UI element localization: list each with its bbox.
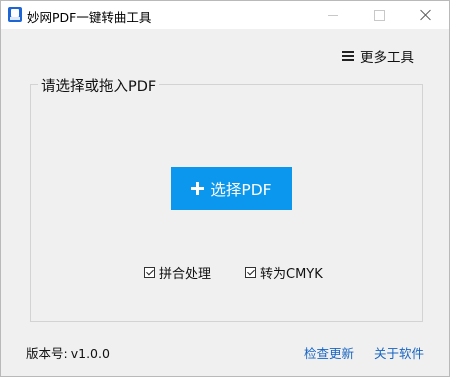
cmyk-checkbox[interactable] [245,267,256,278]
drop-zone-label: 请选择或拖入PDF [38,75,160,96]
close-button[interactable] [403,1,449,29]
cmyk-label: 转为CMYK [260,267,323,282]
version-number: v1.0.0 [70,346,110,361]
select-pdf-label: 选择PDF [210,180,272,199]
more-tools-label: 更多工具 [360,50,414,66]
check-update-link[interactable]: 检查更新 [304,343,354,362]
title-bar[interactable]: 妙网PDF一键转曲工具 [1,1,449,29]
version-label: 版本号: [26,346,68,361]
minimize-button[interactable] [310,1,356,29]
flatten-checkbox-row[interactable]: 拼合处理 [144,263,211,282]
maximize-button[interactable] [356,1,402,29]
hamburger-menu-icon [342,51,354,61]
app-icon [8,7,22,22]
minimize-icon [328,14,338,16]
about-software-link[interactable]: 关于软件 [374,343,424,362]
maximize-icon [373,9,385,21]
flatten-checkbox[interactable] [144,267,155,278]
version-info: 版本号: v1.0.0 [26,343,110,362]
plus-icon [191,182,205,195]
more-tools-button[interactable]: 更多工具 [342,46,414,66]
app-window: 妙网PDF一键转曲工具 更多工具 请选择或拖入PDF 选择PDF 拼合处理 转为… [0,0,450,377]
cmyk-checkbox-row[interactable]: 转为CMYK [245,263,323,282]
close-icon [420,9,432,21]
window-title: 妙网PDF一键转曲工具 [27,10,152,25]
flatten-label: 拼合处理 [159,267,212,282]
select-pdf-button[interactable]: 选择PDF [171,167,292,210]
